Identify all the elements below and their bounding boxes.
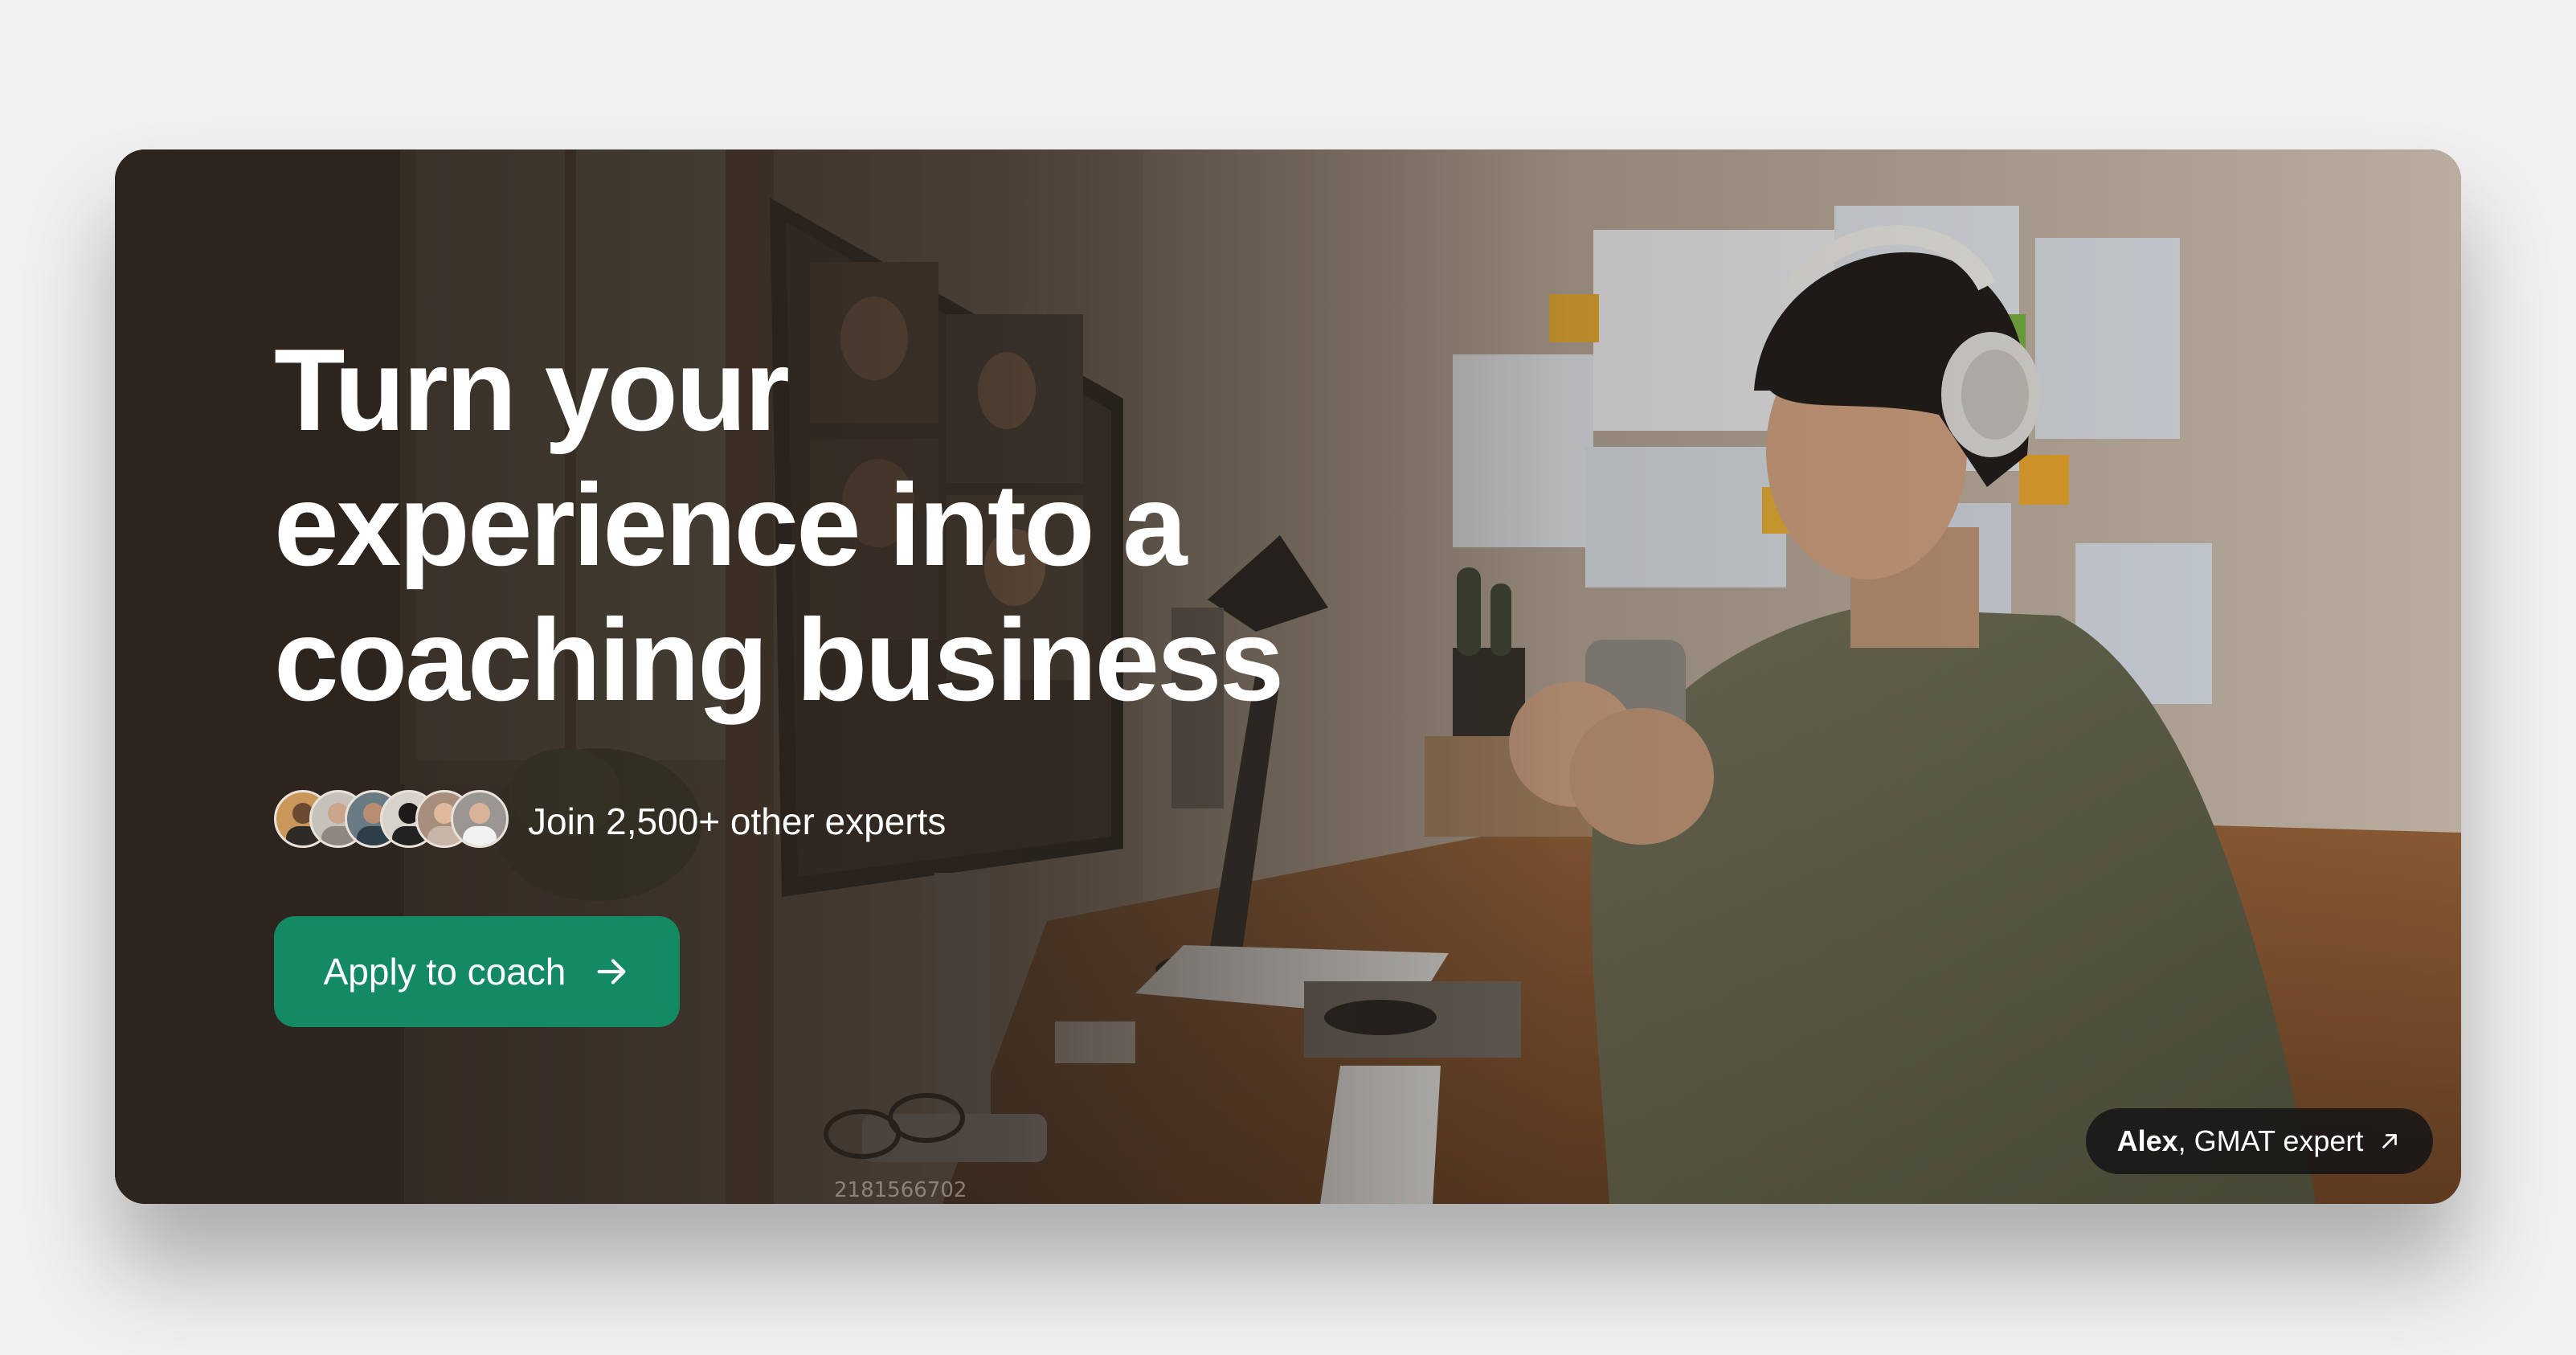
- arrow-right-icon: [597, 959, 626, 985]
- credit-role: , GMAT expert: [2177, 1124, 2364, 1157]
- apply-to-coach-button[interactable]: Apply to coach: [274, 916, 680, 1027]
- hero-copy: Turn your experience into a coaching bus…: [274, 322, 1479, 727]
- expert-avatar-stack: [274, 790, 515, 853]
- hero-headline: Turn your experience into a coaching bus…: [274, 322, 1479, 727]
- credit-name: Alex: [2116, 1124, 2178, 1157]
- stock-photo-watermark: 2181566702: [834, 1178, 967, 1202]
- hero-banner: Turn your experience into a coaching bus…: [115, 149, 2461, 1204]
- apply-to-coach-label: Apply to coach: [323, 951, 566, 993]
- photo-credit-badge[interactable]: Alex , GMAT expert: [2086, 1108, 2433, 1174]
- headline-line-1: Turn your: [274, 325, 790, 455]
- avatar: [451, 790, 509, 848]
- arrow-up-right-icon: [2382, 1134, 2398, 1148]
- headline-line-3: coaching business: [274, 595, 1284, 725]
- social-proof: Join 2,500+ other experts: [274, 788, 946, 854]
- social-proof-text: Join 2,500+ other experts: [528, 800, 947, 842]
- headline-line-2: experience into a: [274, 460, 1188, 590]
